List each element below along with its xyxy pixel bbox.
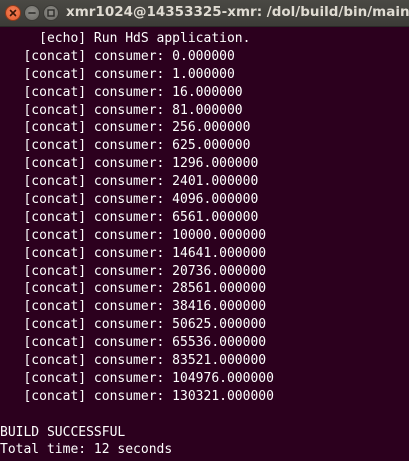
terminal-line: BUILD SUCCESSFUL [0,424,126,440]
terminal-line: [concat] consumer: 256.000000 [0,120,251,136]
close-button[interactable] [5,5,21,21]
maximize-icon [47,9,55,17]
minimize-icon [28,12,36,14]
terminal-line: [concat] consumer: 1.000000 [0,66,235,82]
terminal-line: [concat] consumer: 4096.000000 [0,192,259,208]
terminal-line: [concat] consumer: 1296.000000 [0,156,259,172]
terminal-line: [concat] consumer: 83521.000000 [0,353,267,369]
maximize-button[interactable] [43,5,59,21]
minimize-button[interactable] [24,5,40,21]
terminal-line: [concat] consumer: 0.000000 [0,48,235,64]
terminal-line: [concat] consumer: 16.000000 [0,84,243,100]
terminal-line: [concat] consumer: 65536.000000 [0,335,267,351]
terminal-line: [concat] consumer: 130321.000000 [0,388,274,404]
terminal-line: Total time: 12 seconds [0,442,173,458]
terminal-line: [concat] consumer: 50625.000000 [0,317,267,333]
terminal-line: [concat] consumer: 81.000000 [0,102,243,118]
terminal-line: [concat] consumer: 10000.000000 [0,227,267,243]
terminal-output[interactable]: [echo] Run HdS application. [concat] con… [0,30,409,459]
window-title: xmr1024@14353325-xmr: /dol/build/bin/mai… [66,4,409,20]
terminal-line: [echo] Run HdS application. [0,31,251,46]
terminal-line: [concat] consumer: 20736.000000 [0,263,267,279]
terminal-line: [concat] consumer: 28561.000000 [0,281,267,297]
terminal-line: [concat] consumer: 625.000000 [0,138,251,154]
terminal-window: xmr1024@14353325-xmr: /dol/build/bin/mai… [0,0,409,461]
title-bar[interactable]: xmr1024@14353325-xmr: /dol/build/bin/mai… [0,0,409,27]
terminal-line: [concat] consumer: 104976.000000 [0,370,274,386]
close-icon [9,9,17,17]
terminal-line: [concat] consumer: 6561.000000 [0,209,259,225]
terminal-line: [concat] consumer: 38416.000000 [0,299,267,315]
terminal-line: [concat] consumer: 2401.000000 [0,174,259,190]
terminal-line: [concat] consumer: 14641.000000 [0,245,267,261]
